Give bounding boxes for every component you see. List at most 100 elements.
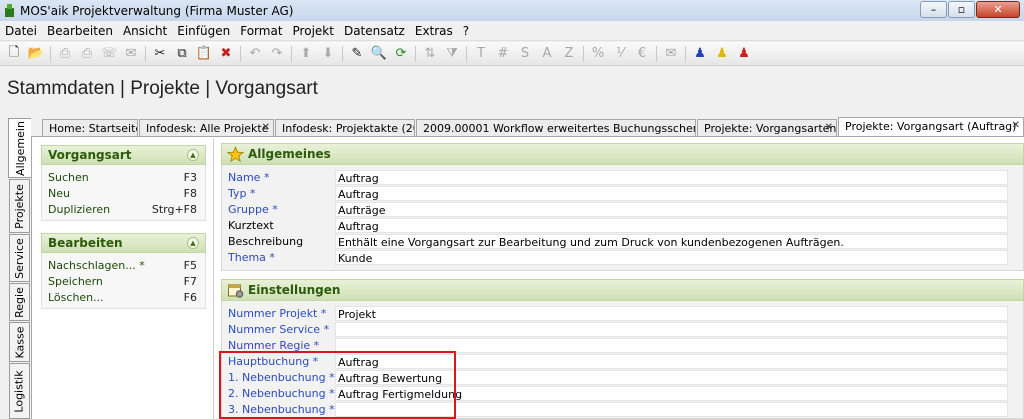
puzzle-red-icon[interactable]: ♟ <box>733 44 755 64</box>
field-value-input[interactable]: Auftrag <box>335 218 1008 233</box>
section-title: Allgemeines <box>248 147 331 161</box>
z-type-icon[interactable]: Z <box>558 44 580 64</box>
action-speichern[interactable]: Speichern F7 <box>48 275 197 289</box>
refresh-icon[interactable]: ⟳ <box>390 44 412 64</box>
toolbar-separator <box>685 45 686 62</box>
action-loeschen[interactable]: Löschen... F6 <box>48 291 197 305</box>
side-tab-kasse[interactable]: Kasse <box>9 322 30 362</box>
side-tab-service[interactable]: Service <box>9 234 30 282</box>
field-gruppe: Gruppe * Aufträge <box>228 202 1008 218</box>
sort-icon[interactable]: ⇅ <box>419 44 441 64</box>
cut-icon[interactable]: ✂ <box>149 44 171 64</box>
percent-icon[interactable]: % <box>587 44 609 64</box>
side-tab-label: Regie <box>13 286 27 318</box>
side-tab-allgemein[interactable]: Allgemein <box>8 118 31 178</box>
field-value-input[interactable]: Kunde <box>335 250 1008 265</box>
side-tab-label: Allgemein <box>13 120 27 176</box>
tab-close-icon[interactable]: ✕ <box>1012 120 1020 131</box>
mail-check-icon[interactable]: ✉ <box>660 44 682 64</box>
tab-infodesk-projektakte[interactable]: Infodesk: Projektakte (200 <box>275 119 415 136</box>
action-label: Suchen <box>48 171 89 184</box>
tab-projekte-vorgangsart-auftrag[interactable]: Projekte: Vorgangsart (Auftrag) ✕ <box>838 117 1024 136</box>
tab-workflow-buchungsschema[interactable]: 2009.00001 Workflow erweitertes Buchungs… <box>416 119 696 136</box>
s-type-icon[interactable]: S <box>514 44 536 64</box>
action-label: Duplizieren <box>48 203 111 216</box>
menu-extras[interactable]: Extras <box>410 24 458 38</box>
action-suchen[interactable]: Suchen F3 <box>48 171 197 185</box>
close-button[interactable]: ✕ <box>976 1 1020 18</box>
puzzle-blue-icon[interactable]: ♟ <box>689 44 711 64</box>
tab-label: Infodesk: Projektakte (200 <box>282 122 415 135</box>
field-value-input[interactable]: Projekt <box>335 306 1008 321</box>
menu-ansicht[interactable]: Ansicht <box>118 24 172 38</box>
action-label: Nachschlagen... * <box>48 259 145 272</box>
minimize-button[interactable]: – <box>920 1 947 18</box>
tab-close-icon[interactable]: ✕ <box>825 122 833 133</box>
toolbar-separator <box>415 45 416 62</box>
copy-icon[interactable]: ⧉ <box>171 44 193 64</box>
print-preview-icon[interactable]: ⎙ <box>54 44 76 64</box>
collapse-up-icon[interactable]: ▲ <box>187 149 199 161</box>
section-title: Einstellungen <box>248 283 341 297</box>
field-label: Typ * <box>228 187 256 200</box>
mail-icon[interactable]: ✉ <box>120 44 142 64</box>
tab-close-icon[interactable]: ✕ <box>262 122 270 133</box>
field-value-input[interactable] <box>335 322 1008 337</box>
menu-datensatz[interactable]: Datensatz <box>339 24 410 38</box>
side-tab-logistik[interactable]: Logistik <box>9 363 30 419</box>
side-tab-projekte[interactable]: Projekte <box>9 179 30 233</box>
decimal-icon[interactable]: ⅟ <box>609 44 631 64</box>
app-icon <box>4 4 15 17</box>
field-label: Nummer Service * <box>228 323 330 336</box>
edit-pencil-icon[interactable]: ✎ <box>346 44 368 64</box>
action-neu[interactable]: Neu F8 <box>48 187 197 201</box>
menu-bearbeiten[interactable]: Bearbeiten <box>42 24 118 38</box>
side-tab-regie[interactable]: Regie <box>9 283 30 321</box>
print-icon[interactable]: ⎙ <box>76 44 98 64</box>
panel-title: Vorgangsart <box>48 148 132 162</box>
panel-header-vorgangsart[interactable]: Vorgangsart ▲ <box>41 145 206 165</box>
menu-einfuegen[interactable]: Einfügen <box>172 24 235 38</box>
number-type-icon[interactable]: # <box>492 44 514 64</box>
a-type-icon[interactable]: A <box>536 44 558 64</box>
panel-title: Bearbeiten <box>48 236 123 250</box>
collapse-up-icon[interactable]: ▲ <box>187 237 199 249</box>
menu-projekt[interactable]: Projekt <box>288 24 339 38</box>
field-name: Name * Auftrag <box>228 170 1008 186</box>
menu-datei[interactable]: Datei <box>0 24 42 38</box>
field-value-input[interactable]: Aufträge <box>335 202 1008 217</box>
field-value-input[interactable]: Enthält eine Vorgangsart zur Bearbeitung… <box>335 234 1008 249</box>
move-up-icon[interactable]: ⬆ <box>295 44 317 64</box>
toolbar-separator <box>145 45 146 62</box>
search-zoom-icon[interactable]: 🔍 <box>368 44 390 64</box>
action-duplizieren[interactable]: Duplizieren Strg+F8 <box>48 203 197 217</box>
delete-icon[interactable]: ✖ <box>215 44 237 64</box>
highlight-box <box>219 351 456 419</box>
new-document-icon[interactable]: 🗋 <box>3 44 25 64</box>
fax-icon[interactable]: ☏ <box>98 44 120 64</box>
shortcut-key: F8 <box>183 187 197 200</box>
text-type-icon[interactable]: T <box>470 44 492 64</box>
shortcut-key: Strg+F8 <box>151 203 197 216</box>
filter-icon[interactable]: ⧩ <box>441 44 463 64</box>
menu-format[interactable]: Format <box>235 24 287 38</box>
panel-header-bearbeiten[interactable]: Bearbeiten ▲ <box>41 233 206 253</box>
shortcut-key: F6 <box>183 291 197 304</box>
tab-projekte-vorgangsarten[interactable]: Projekte: Vorgangsarten ✕ <box>697 119 837 136</box>
redo-icon[interactable]: ↷ <box>266 44 288 64</box>
paste-icon[interactable]: 📋 <box>193 44 215 64</box>
action-nachschlagen[interactable]: Nachschlagen... * F5 <box>48 259 197 273</box>
side-tab-bar: Allgemein Projekte Service Regie Kasse L… <box>8 118 31 419</box>
field-value-input[interactable]: Auftrag <box>335 186 1008 201</box>
tab-home-startseite[interactable]: Home: Startseite <box>42 119 138 136</box>
undo-icon[interactable]: ↶ <box>244 44 266 64</box>
field-value-input[interactable]: Auftrag <box>335 170 1008 185</box>
menu-help[interactable]: ? <box>458 24 474 38</box>
maximize-button[interactable]: ▫ <box>948 1 975 18</box>
tab-infodesk-alle-projekte[interactable]: Infodesk: Alle Projekte ✕ <box>139 119 274 136</box>
open-folder-icon[interactable]: 📂 <box>25 44 47 64</box>
puzzle-yellow-icon[interactable]: ♟ <box>711 44 733 64</box>
currency-icon[interactable]: € <box>631 44 653 64</box>
side-tab-label: Service <box>13 237 26 279</box>
move-down-icon[interactable]: ⬇ <box>317 44 339 64</box>
